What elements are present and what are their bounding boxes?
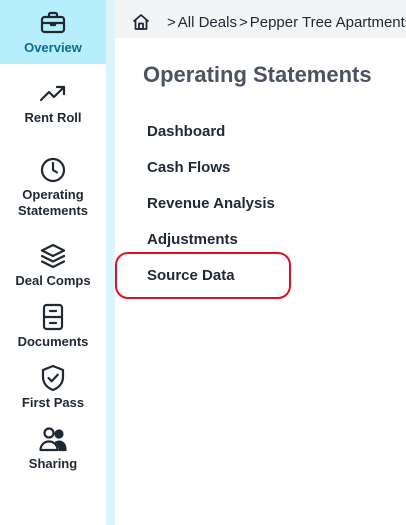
sidebar-item-sharing[interactable]: Sharing xyxy=(0,424,106,472)
sidebar: Overview Rent Roll Operating Statements xyxy=(0,0,106,525)
breadcrumb-item-deal[interactable]: Pepper Tree Apartments xyxy=(250,14,406,31)
breadcrumb-trail: > All Deals > Pepper Tree Apartments xyxy=(167,14,406,32)
sidebar-item-deal-comps[interactable]: Deal Comps xyxy=(0,241,106,289)
breadcrumb: > All Deals > Pepper Tree Apartments xyxy=(115,0,406,38)
sidebar-item-label: Deal Comps xyxy=(15,273,91,288)
layers-icon xyxy=(38,241,68,271)
sidebar-item-label: Rent Roll xyxy=(24,110,82,125)
menu-item-cash-flows[interactable]: Cash Flows xyxy=(147,158,275,194)
clock-icon xyxy=(38,155,68,185)
operating-statements-menu: Dashboard Cash Flows Revenue Analysis Ad… xyxy=(147,122,275,302)
breadcrumb-item-all-deals[interactable]: All Deals xyxy=(178,14,237,31)
sidebar-item-first-pass[interactable]: First Pass xyxy=(0,363,106,411)
sidebar-item-label: Documents xyxy=(17,334,89,349)
briefcase-icon xyxy=(38,8,68,38)
sidebar-item-rent-roll[interactable]: Rent Roll xyxy=(0,78,106,126)
trending-up-icon xyxy=(38,78,68,108)
sidebar-item-label: First Pass xyxy=(21,395,85,410)
menu-item-adjustments[interactable]: Adjustments xyxy=(147,230,275,266)
file-cabinet-icon xyxy=(38,302,68,332)
menu-item-source-data[interactable]: Source Data xyxy=(147,266,275,302)
sidebar-item-label: Sharing xyxy=(28,456,78,471)
sidebar-item-label: Operating Statements xyxy=(17,187,89,218)
sidebar-divider xyxy=(106,0,115,525)
shield-check-icon xyxy=(38,363,68,393)
menu-item-revenue-analysis[interactable]: Revenue Analysis xyxy=(147,194,275,230)
page-title: Operating Statements xyxy=(143,62,372,87)
sidebar-item-operating-statements[interactable]: Operating Statements xyxy=(0,155,106,219)
sidebar-item-label: Overview xyxy=(24,40,82,55)
chevron-right-icon: > xyxy=(167,14,176,31)
sidebar-item-documents[interactable]: Documents xyxy=(0,302,106,350)
menu-item-dashboard[interactable]: Dashboard xyxy=(147,122,275,158)
chevron-right-icon: > xyxy=(238,14,248,31)
app: Overview Rent Roll Operating Statements xyxy=(0,0,406,525)
home-icon[interactable] xyxy=(131,12,151,32)
sidebar-item-overview[interactable]: Overview xyxy=(0,0,106,64)
users-icon xyxy=(38,424,68,454)
